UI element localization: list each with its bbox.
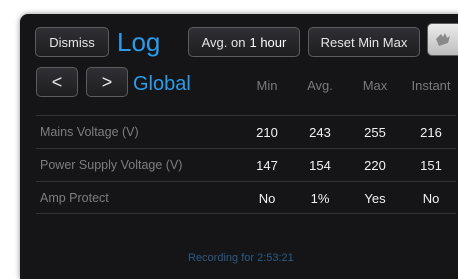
cell-avg: 1% xyxy=(310,191,330,206)
scope-title: Global xyxy=(133,73,191,95)
cell-min: 210 xyxy=(256,125,278,140)
page-title: Log xyxy=(117,27,161,57)
cell-min: No xyxy=(258,191,276,206)
cell-avg: 243 xyxy=(309,125,331,140)
previous-button[interactable]: < xyxy=(36,67,78,97)
reset-min-max-label: Reset Min Max xyxy=(320,34,408,50)
average-period-prefix: Avg. on xyxy=(201,34,246,50)
cell-instant: 216 xyxy=(420,125,442,140)
previous-label: < xyxy=(51,71,63,92)
dismiss-button[interactable]: Dismiss xyxy=(35,27,109,57)
row-label: Power Supply Voltage (V) xyxy=(40,158,183,172)
table-row: Amp Protect No 1% Yes No xyxy=(36,181,456,214)
average-period-button[interactable]: Avg. on 1 hour xyxy=(188,27,300,57)
cell-max: Yes xyxy=(364,191,386,206)
cell-min: 147 xyxy=(256,158,278,173)
row-label: Amp Protect xyxy=(40,191,109,205)
cell-instant: 151 xyxy=(420,158,442,173)
table-row: Mains Voltage (V) 210 243 255 216 xyxy=(36,115,456,148)
dismiss-button-label: Dismiss xyxy=(49,34,95,50)
table-row: Power Supply Voltage (V) 147 154 220 151 xyxy=(36,148,456,181)
cell-instant: No xyxy=(422,191,440,206)
next-button[interactable]: > xyxy=(86,67,128,97)
average-period-value: 1 hour xyxy=(249,34,287,50)
column-header-instant: Instant xyxy=(411,78,451,93)
column-header-avg: Avg. xyxy=(307,78,333,93)
settings-icon-button[interactable] xyxy=(427,23,458,56)
cell-avg: 154 xyxy=(309,158,331,173)
column-header-min: Min xyxy=(256,78,278,93)
row-label: Mains Voltage (V) xyxy=(40,125,139,139)
reset-min-max-button[interactable]: Reset Min Max xyxy=(308,27,420,57)
table-bottom-divider xyxy=(36,213,456,214)
next-label: > xyxy=(101,71,113,92)
cell-max: 220 xyxy=(364,158,386,173)
column-header-max: Max xyxy=(362,78,388,93)
cell-max: 255 xyxy=(364,125,386,140)
partially-visible-icon xyxy=(436,32,450,46)
recording-status: Recording for 2:53:21 xyxy=(188,252,294,264)
